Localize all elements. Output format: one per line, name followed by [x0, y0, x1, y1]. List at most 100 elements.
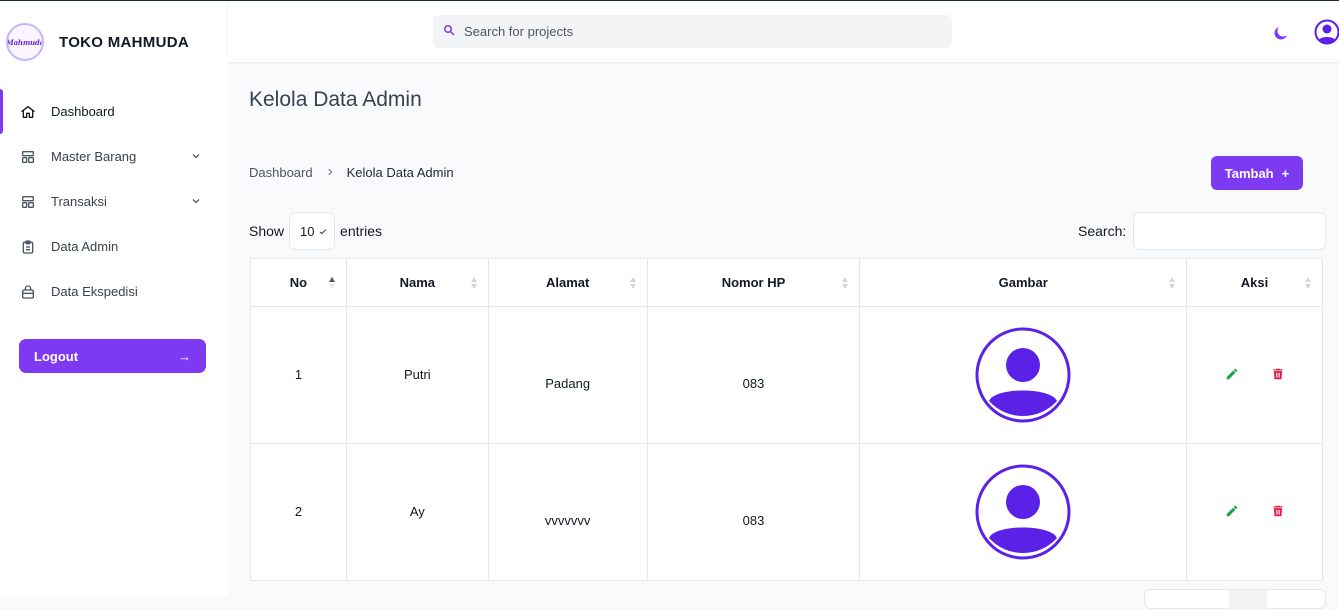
cell-aksi — [1186, 443, 1323, 581]
table-row: 2 Ay vvvvvvv 083 — [250, 443, 1323, 581]
sidebar-item-dashboard[interactable]: Dashboard — [0, 89, 228, 134]
cell-nama-text: Ay — [409, 503, 425, 519]
row-actions — [1187, 504, 1322, 518]
admin-avatar-image — [966, 318, 1081, 432]
chevron-right-icon — [325, 165, 335, 180]
breadcrumb: Dashboard Kelola Data Admin — [249, 165, 454, 180]
chevron-down-icon[interactable] — [190, 150, 202, 165]
clipboard-icon — [20, 239, 36, 255]
cell-gambar — [859, 443, 1188, 581]
brand-logo: Mahmuda — [6, 23, 44, 61]
sort-icon — [470, 276, 478, 290]
cell-gambar — [859, 306, 1188, 444]
sidebar-item-master-barang[interactable]: Master Barang — [0, 134, 228, 179]
pagination — [1144, 589, 1326, 610]
entries-select-wrap: 10 — [284, 212, 340, 250]
column-header-label: Alamat — [545, 275, 590, 290]
sidebar-item-label: Transaksi — [51, 194, 107, 209]
logout-button[interactable]: Logout → — [19, 339, 206, 373]
table-header-row: No Nama Alamat Nomor HP Gambar Aksi — [250, 258, 1323, 307]
logout-label: Logout — [34, 348, 79, 364]
cell-nomor-hp: 083 — [646, 306, 861, 444]
cell-nomor-hp: 083 — [646, 443, 861, 581]
sidebar-item-label: Master Barang — [51, 149, 137, 164]
template-icon — [20, 149, 36, 165]
edit-pencil-icon[interactable] — [1225, 504, 1239, 518]
entries-length-control: Show 10 entries — [249, 212, 382, 250]
sidebar-item-label: Data Ekspedisi — [51, 284, 138, 299]
column-header-no[interactable]: No — [250, 258, 347, 307]
chevron-down-icon[interactable] — [190, 195, 202, 210]
sidebar-item-data-admin[interactable]: Data Admin — [0, 224, 228, 269]
sort-icon — [1304, 276, 1312, 290]
brand-logo-text: Mahmuda — [6, 37, 44, 47]
cell-alamat: vvvvvvv — [487, 443, 648, 581]
search-input[interactable] — [464, 24, 924, 39]
plus-icon: + — [1281, 165, 1290, 181]
shopping-bag-icon — [20, 284, 36, 300]
sidebar-item-label: Dashboard — [51, 104, 115, 119]
table-search: Search: — [1078, 212, 1327, 250]
sort-icon — [1168, 276, 1176, 290]
column-header-nama[interactable]: Nama — [345, 258, 489, 307]
cell-alamat: Padang — [487, 306, 648, 444]
home-icon — [20, 104, 36, 120]
table-search-input[interactable] — [1133, 212, 1327, 250]
sidebar: Mahmuda TOKO MAHMUDA Dashboard Master Ba… — [0, 1, 228, 596]
row-actions — [1187, 367, 1322, 381]
search-bar[interactable] — [433, 15, 952, 48]
page-title: Kelola Data Admin — [249, 88, 422, 111]
delete-trash-icon[interactable] — [1271, 367, 1285, 381]
cell-alamat-text: Padang — [545, 375, 591, 391]
cell-alamat-text: vvvvvvv — [544, 512, 591, 528]
sidebar-menu: Dashboard Master Barang Transaksi Data A… — [0, 89, 228, 314]
pagination-current-page[interactable] — [1229, 590, 1267, 610]
table-row: 1 Putri Padang 083 — [250, 306, 1323, 444]
column-header-gambar[interactable]: Gambar — [859, 258, 1188, 307]
breadcrumb-current: Kelola Data Admin — [346, 165, 454, 180]
breadcrumb-home[interactable]: Dashboard — [249, 165, 313, 180]
template-icon — [20, 194, 36, 210]
table-search-label: Search: — [1078, 223, 1127, 239]
edit-pencil-icon[interactable] — [1225, 367, 1239, 381]
column-header-aksi[interactable]: Aksi — [1186, 258, 1323, 307]
cell-nama: Putri — [345, 306, 489, 444]
brand[interactable]: Mahmuda TOKO MAHMUDA — [6, 23, 189, 61]
search-icon — [443, 23, 455, 41]
cell-aksi — [1186, 306, 1323, 444]
column-header-label: Nama — [399, 275, 436, 290]
admin-avatar-image — [966, 455, 1081, 569]
sort-icon — [629, 276, 637, 290]
sidebar-item-transaksi[interactable]: Transaksi — [0, 179, 228, 224]
cell-nomor-hp-text: 083 — [742, 375, 765, 391]
column-header-label: Nomor HP — [721, 275, 786, 290]
sidebar-item-label: Data Admin — [51, 239, 119, 254]
entries-label: entries — [340, 223, 383, 239]
profile-avatar-icon[interactable] — [1314, 19, 1339, 50]
sort-asc-icon — [328, 276, 336, 290]
column-header-label: Aksi — [1240, 275, 1269, 290]
delete-trash-icon[interactable] — [1271, 504, 1285, 518]
column-header-alamat[interactable]: Alamat — [487, 258, 648, 307]
cell-no: 1 — [250, 306, 347, 444]
cell-nama: Ay — [345, 443, 489, 581]
column-header-label: Gambar — [998, 275, 1048, 290]
column-header-label: No — [289, 275, 308, 290]
cell-nama-text: Putri — [403, 366, 431, 382]
entries-select[interactable]: 10 — [289, 212, 336, 250]
column-header-nomor-hp[interactable]: Nomor HP — [646, 258, 861, 307]
add-button-label: Tambah — [1224, 165, 1274, 181]
sidebar-item-data-ekspedisi[interactable]: Data Ekspedisi — [0, 269, 228, 314]
sort-icon — [841, 276, 849, 290]
arrow-right-icon: → — [178, 348, 191, 364]
add-admin-button[interactable]: Tambah + — [1211, 156, 1303, 190]
cell-no: 2 — [250, 443, 347, 581]
cell-no-text: 1 — [294, 366, 303, 382]
admin-table: No Nama Alamat Nomor HP Gambar Aksi 1 Pu… — [250, 258, 1323, 581]
cell-nomor-hp-text: 083 — [742, 512, 765, 528]
top-header — [228, 1, 1339, 62]
brand-name: TOKO MAHMUDA — [59, 33, 189, 51]
cell-no-text: 2 — [294, 503, 303, 519]
show-label: Show — [249, 223, 285, 239]
moon-icon[interactable] — [1272, 24, 1290, 47]
